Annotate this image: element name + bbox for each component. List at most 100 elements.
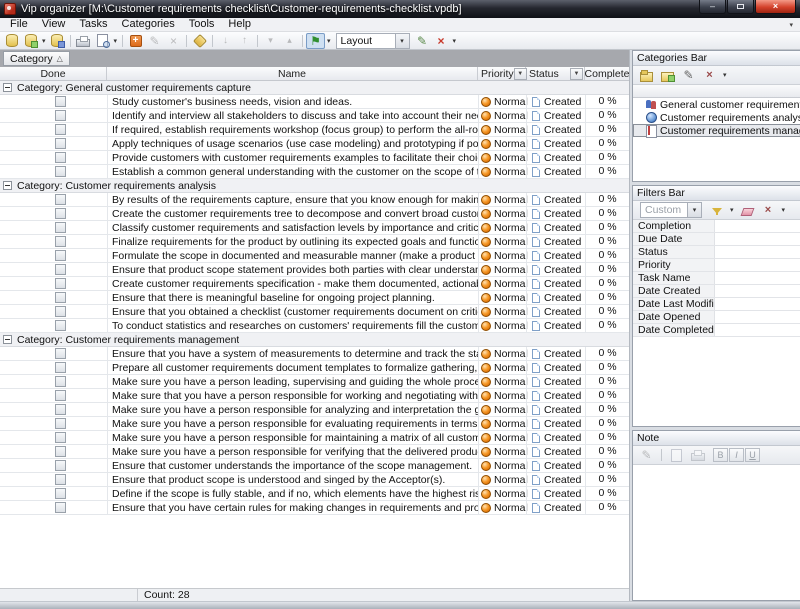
format-b-button[interactable]: B bbox=[713, 448, 728, 462]
collapse-group-icon[interactable] bbox=[3, 181, 12, 190]
task-done-checkbox[interactable] bbox=[55, 474, 66, 485]
clear-filter-icon[interactable] bbox=[738, 202, 757, 218]
category-list-item[interactable]: Customer requirements managem1212 bbox=[633, 124, 800, 137]
note-content[interactable] bbox=[633, 465, 800, 600]
task-done-checkbox[interactable] bbox=[55, 460, 66, 471]
close-filter-icon[interactable]: × bbox=[759, 202, 778, 218]
task-row[interactable]: Apply techniques of usage scenarios (use… bbox=[0, 137, 629, 151]
filter-value-field[interactable] bbox=[715, 298, 800, 310]
delete-layout-icon[interactable]: × bbox=[432, 33, 451, 49]
task-row[interactable]: Make sure you have a person responsible … bbox=[0, 417, 629, 431]
menu-item-categories[interactable]: Categories bbox=[115, 18, 182, 31]
task-done-checkbox[interactable] bbox=[55, 362, 66, 373]
apply-filter-dropdown-icon[interactable]: ▾ bbox=[730, 206, 734, 214]
task-done-checkbox[interactable] bbox=[55, 404, 66, 415]
print-preview-dropdown-icon[interactable]: ▾ bbox=[114, 37, 118, 45]
task-row[interactable]: Create customer requirements specificati… bbox=[0, 277, 629, 291]
task-row[interactable]: Make sure you have a person responsible … bbox=[0, 431, 629, 445]
menu-item-help[interactable]: Help bbox=[221, 18, 258, 31]
task-done-checkbox[interactable] bbox=[55, 110, 66, 121]
filter-preset-combo[interactable]: Custom ▾ bbox=[640, 202, 702, 218]
task-row[interactable]: Prepare all customer requirements docume… bbox=[0, 361, 629, 375]
column-header-done[interactable]: Done bbox=[0, 67, 107, 80]
open-database-dropdown-icon[interactable]: ▾ bbox=[42, 37, 46, 45]
save-database-icon[interactable] bbox=[48, 33, 67, 49]
task-row[interactable]: By results of the requirements capture, … bbox=[0, 193, 629, 207]
new-category-icon[interactable] bbox=[637, 67, 656, 83]
filter-value-field[interactable] bbox=[715, 220, 800, 232]
task-done-checkbox[interactable] bbox=[55, 194, 66, 205]
filters-overflow-icon[interactable]: ▾ bbox=[782, 206, 786, 214]
filter-value-field[interactable] bbox=[715, 324, 800, 336]
task-done-checkbox[interactable] bbox=[55, 152, 66, 163]
task-done-checkbox[interactable] bbox=[55, 418, 66, 429]
collapse-group-icon[interactable] bbox=[3, 83, 12, 92]
new-database-icon[interactable] bbox=[2, 33, 21, 49]
task-done-checkbox[interactable] bbox=[55, 96, 66, 107]
task-done-checkbox[interactable] bbox=[55, 124, 66, 135]
insert-note-icon[interactable] bbox=[667, 447, 686, 463]
assign-icon[interactable] bbox=[190, 33, 209, 49]
filter-value-field[interactable] bbox=[715, 246, 800, 258]
maximize-button[interactable] bbox=[727, 0, 754, 14]
task-done-checkbox[interactable] bbox=[55, 278, 66, 289]
menu-item-view[interactable]: View bbox=[35, 18, 73, 31]
task-row[interactable]: Define if the scope is fully stable, and… bbox=[0, 487, 629, 501]
category-list-item[interactable]: General customer requirements ca66 bbox=[633, 98, 800, 111]
task-done-checkbox[interactable] bbox=[55, 222, 66, 233]
task-row[interactable]: Make sure that you have a person respons… bbox=[0, 389, 629, 403]
task-done-checkbox[interactable] bbox=[55, 320, 66, 331]
edit-note-icon[interactable]: ✎ bbox=[637, 447, 656, 463]
task-done-checkbox[interactable] bbox=[55, 264, 66, 275]
print-note-icon[interactable] bbox=[688, 447, 707, 463]
menu-item-file[interactable]: File bbox=[3, 18, 35, 31]
format-i-button[interactable]: I bbox=[729, 448, 744, 462]
open-database-icon[interactable] bbox=[21, 33, 40, 49]
filter-value-field[interactable] bbox=[715, 259, 800, 271]
task-done-checkbox[interactable] bbox=[55, 250, 66, 261]
task-row[interactable]: Make sure you have a person responsible … bbox=[0, 445, 629, 459]
layout-select-dropdown-icon[interactable]: ▾ bbox=[327, 37, 331, 45]
task-done-checkbox[interactable] bbox=[55, 390, 66, 401]
layout-combo[interactable]: Layout▾ bbox=[336, 33, 410, 49]
print-preview-icon[interactable] bbox=[93, 33, 112, 49]
task-row[interactable]: Make sure you have a person responsible … bbox=[0, 403, 629, 417]
task-row[interactable]: Ensure that you have a system of measure… bbox=[0, 347, 629, 361]
menu-item-tools[interactable]: Tools bbox=[182, 18, 222, 31]
task-row[interactable]: Formulate the scope in documented and me… bbox=[0, 249, 629, 263]
task-done-checkbox[interactable] bbox=[55, 432, 66, 443]
task-done-checkbox[interactable] bbox=[55, 348, 66, 359]
category-group-row[interactable]: Category: Customer requirements analysis bbox=[0, 179, 629, 193]
column-header-status[interactable]: Status ▼ bbox=[526, 67, 585, 80]
task-row[interactable]: To conduct statistics and researches on … bbox=[0, 319, 629, 333]
task-done-checkbox[interactable] bbox=[55, 488, 66, 499]
new-task-icon[interactable]: + bbox=[126, 33, 145, 49]
filter-value-field[interactable] bbox=[715, 311, 800, 323]
format-u-button[interactable]: U bbox=[745, 448, 760, 462]
task-row[interactable]: Identify and interview all stakeholders … bbox=[0, 109, 629, 123]
menu-item-tasks[interactable]: Tasks bbox=[72, 18, 114, 31]
print-icon[interactable] bbox=[74, 33, 93, 49]
save-layout-icon[interactable]: ✎ bbox=[413, 33, 432, 49]
task-row[interactable]: Ensure that customer understands the imp… bbox=[0, 459, 629, 473]
new-subcategory-icon[interactable] bbox=[658, 67, 677, 83]
group-by-category-chip[interactable]: Category △ bbox=[3, 51, 70, 66]
task-row[interactable]: Ensure that you have certain rules for m… bbox=[0, 501, 629, 515]
task-done-checkbox[interactable] bbox=[55, 502, 66, 513]
column-header-complete[interactable]: Complete bbox=[585, 67, 629, 80]
layout-select-icon[interactable]: ⚑ bbox=[306, 33, 325, 49]
filter-value-field[interactable] bbox=[715, 285, 800, 297]
task-row[interactable]: Finalize requirements for the product by… bbox=[0, 235, 629, 249]
task-done-checkbox[interactable] bbox=[55, 166, 66, 177]
menubar-overflow-icon[interactable]: ▾ bbox=[782, 21, 800, 29]
task-row[interactable]: Provide customers with customer requirem… bbox=[0, 151, 629, 165]
filter-preset-dropdown-icon[interactable]: ▾ bbox=[687, 203, 701, 217]
category-group-row[interactable]: Category: Customer requirements manageme… bbox=[0, 333, 629, 347]
task-done-checkbox[interactable] bbox=[55, 236, 66, 247]
delete-category-icon[interactable]: × bbox=[700, 67, 719, 83]
collapse-group-icon[interactable] bbox=[3, 335, 12, 344]
task-row[interactable]: Make sure you have a person leading, sup… bbox=[0, 375, 629, 389]
task-done-checkbox[interactable] bbox=[55, 292, 66, 303]
status-filter-dropdown-icon[interactable]: ▼ bbox=[570, 68, 583, 80]
task-row[interactable]: Classify customer requirements and satis… bbox=[0, 221, 629, 235]
